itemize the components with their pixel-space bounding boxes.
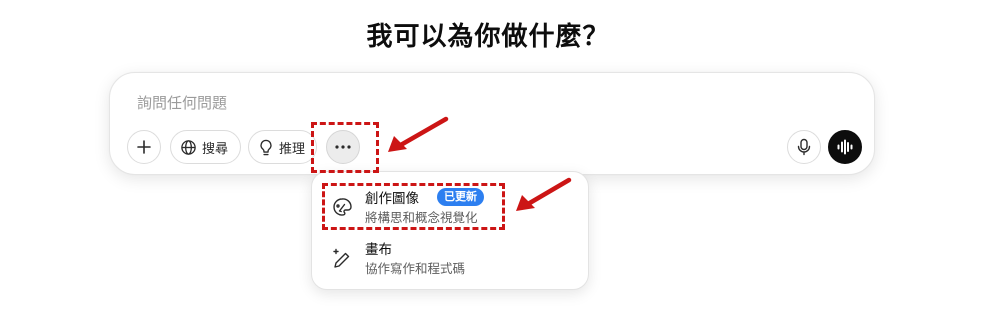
paint-palette-icon [331,196,353,218]
prompt-composer: 搜尋 推理 [109,72,875,175]
reason-button[interactable]: 推理 [248,130,317,164]
search-button-label: 搜尋 [202,141,229,157]
voice-waveform-icon [836,138,854,156]
plus-icon [135,138,153,156]
canvas-item[interactable]: 畫布 協作寫作和程式碼 [320,233,582,281]
add-attachment-button[interactable] [127,130,161,164]
lightbulb-icon [258,139,274,156]
tools-menu: 創作圖像 已更新 將構思和概念視覺化 畫布 協作寫作和程式碼 [311,171,589,290]
prompt-input[interactable] [137,91,757,115]
globe-icon [180,139,197,156]
search-button[interactable]: 搜尋 [170,130,241,164]
more-tools-button[interactable] [326,130,360,164]
canvas-title: 畫布 [365,242,392,258]
voice-mode-button[interactable] [828,130,862,164]
create-image-title: 創作圖像 [365,191,419,207]
page: 我可以為你做什麼？ 搜尋 [0,0,999,309]
updated-badge: 已更新 [437,188,484,206]
pen-sparkle-icon [331,247,353,269]
canvas-subtitle: 協作寫作和程式碼 [365,261,466,276]
create-image-subtitle: 將構思和概念視覺化 [365,210,478,225]
microphone-icon [797,138,811,156]
reason-button-label: 推理 [279,141,306,157]
create-image-item[interactable]: 創作圖像 已更新 將構思和概念視覺化 [320,182,582,230]
ellipsis-icon [334,144,352,150]
dictate-button[interactable] [787,130,821,164]
page-heading: 我可以為你做什麼？ [366,22,610,52]
